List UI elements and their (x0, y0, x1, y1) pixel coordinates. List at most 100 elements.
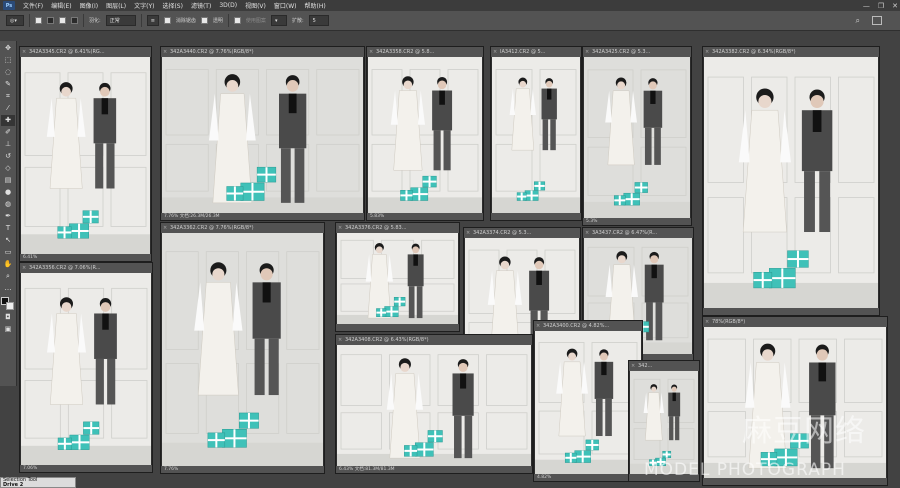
search-icon[interactable]: ⌕ (856, 16, 860, 26)
brush-icon[interactable]: ✐ (1, 127, 15, 138)
transparent-checkbox[interactable] (200, 17, 208, 24)
quick-select-icon[interactable]: ✎ (1, 79, 15, 90)
document-window[interactable]: × 342A3440.CR2 @ 7.76%(RGB/8*) 7.76% 文档:2… (160, 46, 365, 221)
use-pattern-checkbox[interactable] (233, 17, 241, 24)
document-window[interactable]: × 342A3356.CR2 @ 7.06%(R... 7.06% (19, 262, 153, 473)
separator (29, 14, 30, 27)
pattern-picker[interactable]: ▾ (270, 15, 287, 26)
document-tab[interactable]: × 3A3437.CR2 @ 6.47%(R... (583, 228, 693, 238)
document-window[interactable]: × 342A3376.CR2 @ 5.83... (335, 222, 460, 332)
document-tab[interactable]: × 342A3345.CR2 @ 6.41%(RG... (20, 47, 151, 57)
document-tab[interactable]: × 342A3358.CR2 @ 5.8... (367, 47, 483, 57)
lasso-icon[interactable]: ◌ (1, 67, 15, 78)
dodge-icon[interactable]: ◍ (1, 199, 15, 210)
mode-select[interactable]: 正常 (105, 15, 136, 26)
spread-input[interactable]: 5 (308, 15, 329, 26)
history-brush-icon[interactable]: ↺ (1, 151, 15, 162)
hand-icon[interactable]: ✋ (1, 259, 15, 270)
close-button[interactable]: ✕ (892, 2, 898, 10)
background-color[interactable] (6, 302, 14, 310)
maximize-button[interactable]: ❐ (878, 2, 884, 10)
gift-box (634, 182, 648, 193)
menu-edit[interactable]: 编辑(E) (47, 1, 75, 10)
photo-image (492, 57, 580, 213)
add-selection-mode[interactable] (47, 17, 54, 24)
document-tab[interactable]: × 342A3400.CR2 @ 4.82%... (534, 321, 642, 331)
gift-box (57, 437, 72, 450)
document-window[interactable]: × 342A3408.CR2 @ 6.43%(RGB/8*) 6.43% 文档:8… (335, 334, 533, 474)
options-bar: ◎▾ 羽化: 正常 ≡ 消除锯齿 透明 使用图案 ▾ 扩散: 5 ⌕ (0, 11, 900, 31)
menu-type[interactable]: 文字(Y) (130, 1, 158, 10)
photo-image (535, 331, 641, 474)
menu-select[interactable]: 选择(S) (158, 1, 187, 10)
more-tools-icon[interactable]: … (1, 283, 15, 294)
pen-icon[interactable]: ✒ (1, 211, 15, 222)
gift-box (427, 430, 443, 443)
screen-mode-icon[interactable]: ▣ (1, 324, 15, 335)
gift-box (516, 192, 527, 201)
photo-image (368, 57, 482, 213)
document-window[interactable]: × 342A3382.CR2 @ 6.34%(RGB/8*) (702, 46, 880, 316)
photo-image (21, 273, 151, 465)
menu-file[interactable]: 文件(F) (19, 1, 47, 10)
menu-3d[interactable]: 3D(D) (215, 2, 241, 9)
menu-layer[interactable]: 图层(L) (102, 1, 130, 10)
antialias-checkbox[interactable] (163, 17, 171, 24)
subtract-selection-mode[interactable] (59, 17, 66, 24)
menu-window[interactable]: 窗口(W) (270, 1, 301, 10)
tools-panel: ✥ ⬚ ◌ ✎ ⌗ ⁄ ✚ ✐ ⊥ ↺ ◇ ▤ ● ◍ ✒ T ↖ ▭ ✋ ⌕ … (0, 41, 17, 386)
eyedropper-icon[interactable]: ⁄ (1, 103, 15, 114)
minimize-button[interactable]: — (863, 2, 870, 10)
tool-preset-picker[interactable]: ◎▾ (6, 15, 24, 26)
taskbar-item[interactable]: Selection Tool Drive 2 (0, 477, 76, 488)
menu-view[interactable]: 视图(V) (241, 1, 270, 10)
document-tab[interactable]: × 78%(RGB/8*) (703, 317, 887, 327)
document-status: 7.76% (161, 466, 324, 473)
menu-image[interactable]: 图像(I) (76, 1, 102, 10)
new-selection-mode[interactable] (35, 17, 42, 24)
document-window[interactable]: × 342A3362.CR2 @ 7.76%(RGB/8*) 7.76% (160, 222, 325, 474)
photo-image (630, 371, 698, 474)
photo-image (162, 233, 323, 466)
document-tab[interactable]: × 342A3408.CR2 @ 6.43%(RGB/8*) (336, 335, 532, 345)
path-select-icon[interactable]: ↖ (1, 235, 15, 246)
document-window[interactable]: × IA3412.CR2 @ 5... (490, 46, 582, 221)
document-window[interactable]: × 342A3425.CR2 @ 5.3... 5.3% (582, 46, 692, 226)
zoom-icon[interactable]: ⌕ (1, 271, 15, 282)
document-tab[interactable]: × 342A3376.CR2 @ 5.83... (336, 223, 459, 233)
document-status: 6.43% 文档:81.3M/81.3M (336, 466, 532, 473)
workspace-icon[interactable] (872, 16, 882, 25)
gift-box (400, 190, 413, 201)
healing-icon[interactable]: ✚ (1, 115, 15, 126)
gift-box (753, 272, 773, 289)
move-icon[interactable]: ✥ (1, 43, 15, 54)
gift-box (422, 175, 437, 188)
document-tab[interactable]: × 342... (629, 361, 699, 371)
quick-mask-icon[interactable]: ◘ (1, 312, 15, 323)
document-window[interactable]: × 342A3345.CR2 @ 6.41%(RG... 6.41% (19, 46, 152, 262)
document-window[interactable]: × 342A3400.CR2 @ 4.82%... 4.82% (533, 320, 643, 482)
color-swatches[interactable] (1, 297, 15, 310)
document-tab[interactable]: × 342A3440.CR2 @ 7.76%(RGB/8*) (161, 47, 364, 57)
document-window[interactable]: × 342A3358.CR2 @ 5.8... 5.83% (366, 46, 484, 221)
mode-toggle[interactable]: ≡ (146, 15, 159, 26)
document-tab[interactable]: × 342A3425.CR2 @ 5.3... (583, 47, 691, 57)
stamp-icon[interactable]: ⊥ (1, 139, 15, 150)
separator (140, 14, 142, 27)
rectangle-icon[interactable]: ▭ (1, 247, 15, 258)
intersect-selection-mode[interactable] (71, 17, 78, 24)
document-tab[interactable]: × 342A3362.CR2 @ 7.76%(RGB/8*) (161, 223, 324, 233)
type-icon[interactable]: T (1, 223, 15, 234)
gradient-icon[interactable]: ▤ (1, 175, 15, 186)
document-tab[interactable]: × 342A3374.CR2 @ 5.3... (464, 228, 580, 238)
artboard-icon[interactable]: ⬚ (1, 55, 15, 66)
menu-help[interactable]: 帮助(H) (301, 1, 330, 10)
crop-icon[interactable]: ⌗ (1, 91, 15, 102)
document-tab[interactable]: × 342A3356.CR2 @ 7.06%(R... (20, 263, 152, 273)
document-tab[interactable]: × 342A3382.CR2 @ 6.34%(RGB/8*) (703, 47, 879, 57)
blur-icon[interactable]: ● (1, 187, 15, 198)
gift-box (384, 306, 399, 317)
eraser-icon[interactable]: ◇ (1, 163, 15, 174)
document-tab[interactable]: × IA3412.CR2 @ 5... (491, 47, 581, 57)
menu-filter[interactable]: 滤镜(T) (187, 1, 215, 10)
